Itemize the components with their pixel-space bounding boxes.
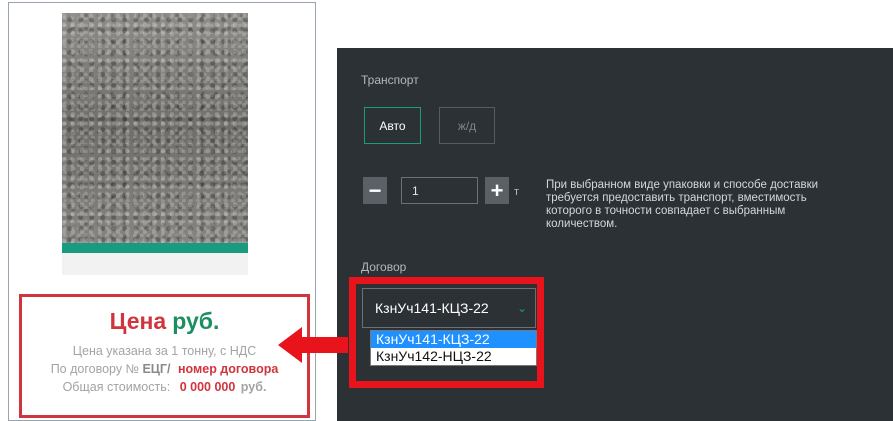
screenshot-stage: Цена руб. Цена указана за 1 тонну, с НДС … [0, 0, 893, 421]
contract-select[interactable]: КзнУч141-КЦЗ-22 ⌄ [362, 288, 536, 328]
contract-code: ЕЦГ/ [142, 362, 171, 376]
transport-label: Транспорт [361, 73, 419, 87]
quantity-minus-button[interactable]: − [363, 177, 387, 204]
contract-number: номер договора [177, 362, 279, 376]
total-value: 0 000 000 [179, 380, 236, 394]
contract-select-value: КзнУч141-КЦЗ-22 [375, 300, 489, 316]
contract-option[interactable]: КзнУч142-НЦЗ-22 [371, 348, 536, 365]
contract-dropdown: КзнУч141-КЦЗ-22 КзнУч142-НЦЗ-22 [370, 330, 537, 366]
price-heading: Цена руб. [22, 308, 307, 335]
transport-rail-button[interactable]: ж/д [439, 107, 495, 144]
quantity-plus-button[interactable]: + [485, 177, 509, 204]
product-image-bar [62, 243, 248, 253]
chevron-down-icon: ⌄ [516, 301, 527, 315]
price-box: Цена руб. Цена указана за 1 тонну, с НДС … [19, 294, 310, 418]
delivery-note: При выбранном виде упаковки и способе до… [546, 179, 819, 230]
total-line: Общая стоимость: 0 000 000 руб. [22, 380, 307, 394]
callout-arrow-icon [278, 327, 348, 363]
contract-prefix: По договору № [50, 362, 139, 376]
price-note: Цена указана за 1 тонну, с НДС [72, 344, 257, 358]
quantity-input[interactable] [401, 177, 478, 204]
total-unit: руб. [240, 380, 267, 394]
contract-option[interactable]: КзнУч141-КЦЗ-22 [371, 331, 536, 348]
price-unit: руб. [172, 308, 220, 334]
contract-label: Договор [361, 260, 407, 274]
product-image [62, 13, 248, 243]
gallery-strip [62, 253, 248, 275]
price-word: Цена [109, 308, 167, 334]
order-config-panel: Транспорт Авто ж/д − + т При выбранном в… [337, 48, 893, 421]
total-label: Общая стоимость: [62, 380, 171, 394]
product-card: Цена руб. Цена указана за 1 тонну, с НДС … [8, 2, 316, 421]
transport-auto-button[interactable]: Авто [364, 107, 421, 144]
quantity-unit: т [514, 186, 520, 198]
contract-line: По договору № ЕЦГ/ номер договора [22, 362, 307, 376]
